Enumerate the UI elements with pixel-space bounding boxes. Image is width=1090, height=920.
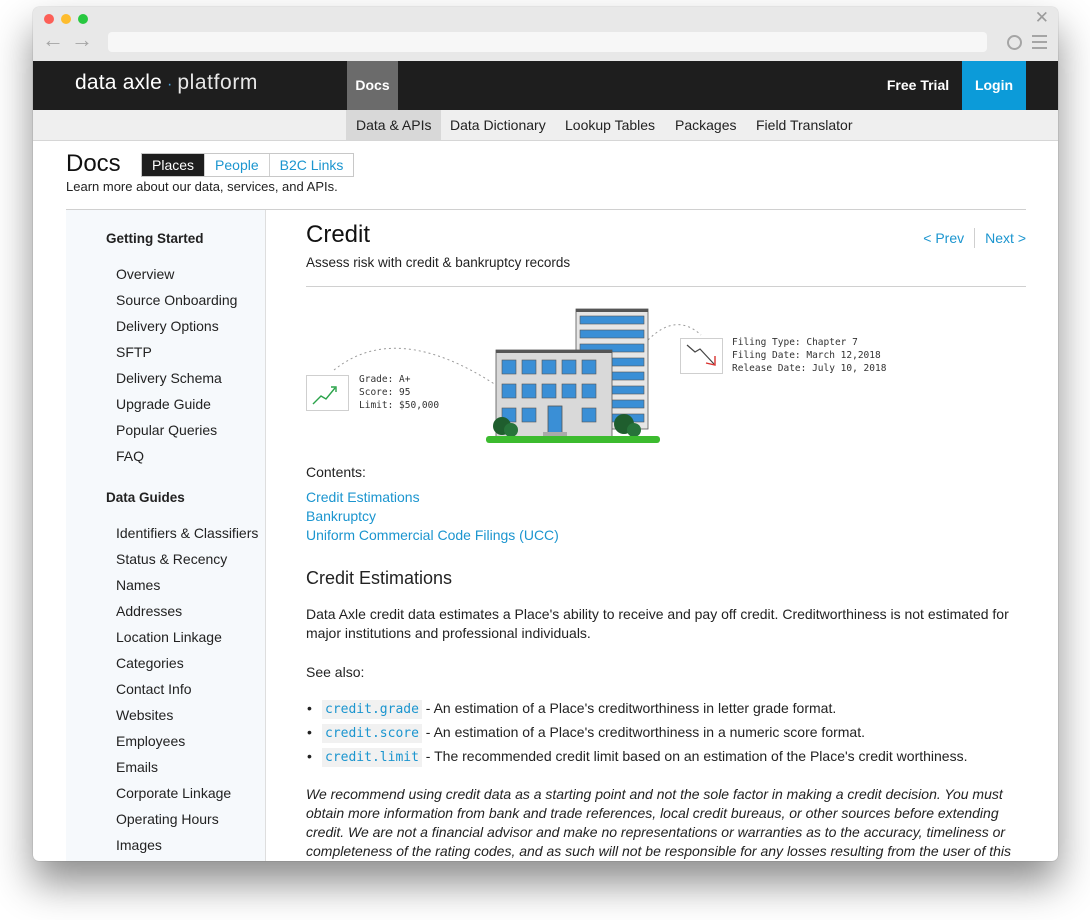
list-item: credit.grade - An estimation of a Place'…	[306, 696, 1026, 720]
tab-people[interactable]: People	[204, 154, 269, 176]
left-card-line: Grade: A+	[359, 374, 411, 385]
forward-arrow-icon[interactable]: →	[71, 29, 93, 51]
browser-chrome: ✕ ← →	[33, 7, 1058, 61]
field-description: - An estimation of a Place's creditworth…	[421, 700, 837, 716]
field-description: - An estimation of a Place's creditworth…	[421, 724, 865, 740]
sidebar-heading-getting-started: Getting Started	[106, 231, 204, 246]
sidebar-item-overview[interactable]: Overview	[116, 266, 174, 282]
list-item: credit.score - An estimation of a Place'…	[306, 720, 1026, 744]
bush	[504, 423, 518, 437]
brand-product: platform	[177, 71, 259, 94]
right-card-line: Filing Type: Chapter 7	[732, 337, 858, 348]
close-window-button[interactable]	[44, 14, 54, 24]
subnav-data-apis[interactable]: Data & APIs	[346, 110, 442, 140]
address-bar[interactable]	[108, 32, 987, 52]
field-list: credit.grade - An estimation of a Place'…	[306, 696, 1026, 768]
credit-illustration: Grade: A+ Score: 95 Limit: $50,000 Filin…	[306, 308, 887, 443]
field-code[interactable]: credit.grade	[322, 700, 422, 719]
login-button[interactable]: Login	[962, 61, 1026, 110]
brand-separator: ·	[167, 76, 173, 93]
article-title: Credit	[306, 221, 371, 248]
sidebar-item-identifiers-classifiers[interactable]: Identifiers & Classifiers	[116, 525, 258, 541]
left-card-line: Limit: $50,000	[359, 400, 439, 411]
sidebar-item-contact-info[interactable]: Contact Info	[116, 681, 192, 697]
field-code[interactable]: credit.score	[322, 724, 422, 743]
sidebar-item-categories[interactable]: Categories	[116, 655, 184, 671]
back-arrow-icon[interactable]: ←	[42, 29, 64, 51]
bush	[627, 423, 641, 437]
subnav-field-translator[interactable]: Field Translator	[746, 110, 862, 140]
contents-label: Contents:	[306, 464, 366, 480]
section-intro: Data Axle credit data estimates a Place'…	[306, 606, 1009, 641]
next-link[interactable]: Next >	[975, 228, 1026, 248]
toc-link-ucc[interactable]: Uniform Commercial Code Filings (UCC)	[306, 527, 559, 543]
article-subtitle: Assess risk with credit & bankruptcy rec…	[306, 255, 571, 270]
browser-window: ✕ ← → data axle · platform Docs Free Trial…	[33, 7, 1058, 861]
dataset-tabs: Places People B2C Links	[141, 153, 355, 177]
tab-b2c-links[interactable]: B2C Links	[268, 154, 354, 176]
brand-logo[interactable]: data axle · platform	[75, 71, 258, 95]
pager: < Prev Next >	[913, 228, 1026, 248]
prev-link[interactable]: < Prev	[913, 228, 976, 248]
sidebar-item-location-linkage[interactable]: Location Linkage	[116, 629, 222, 645]
section-heading: Credit Estimations	[306, 568, 453, 588]
disclaimer: We recommend using credit data as a star…	[306, 786, 1012, 859]
sidebar-heading-data-guides: Data Guides	[106, 490, 185, 505]
sidebar-item-popular-queries[interactable]: Popular Queries	[116, 422, 217, 438]
left-card-line: Score: 95	[359, 387, 410, 398]
toc-link-bankruptcy[interactable]: Bankruptcy	[306, 508, 376, 524]
sidebar-item-status-recency[interactable]: Status & Recency	[116, 551, 227, 567]
sidebar-item-source-onboarding[interactable]: Source Onboarding	[116, 292, 237, 308]
see-also-label: See also:	[306, 664, 365, 680]
subnav-lookup-tables[interactable]: Lookup Tables	[555, 110, 665, 140]
sidebar-item-emails[interactable]: Emails	[116, 759, 158, 775]
sidebar-item-delivery-options[interactable]: Delivery Options	[116, 318, 219, 334]
right-card-line: Release Date: July 10, 2018	[732, 363, 887, 374]
sidebar: Getting Started Overview Source Onboardi…	[66, 210, 266, 861]
sidebar-item-operating-hours[interactable]: Operating Hours	[116, 811, 219, 827]
top-navbar: data axle · platform Docs Free Trial Login	[33, 61, 1058, 110]
toc-link-credit-estimations[interactable]: Credit Estimations	[306, 489, 420, 505]
ground	[486, 436, 660, 443]
subnav-packages[interactable]: Packages	[665, 110, 746, 140]
sidebar-item-addresses[interactable]: Addresses	[116, 603, 182, 619]
maximize-window-button[interactable]	[78, 14, 88, 24]
sidebar-item-names[interactable]: Names	[116, 577, 160, 593]
nav-docs[interactable]: Docs	[347, 61, 398, 110]
close-icon[interactable]: ✕	[1035, 9, 1049, 26]
field-code[interactable]: credit.limit	[322, 748, 422, 767]
list-item: credit.limit - The recommended credit li…	[306, 744, 1026, 768]
sub-navbar: Data & APIs Data Dictionary Lookup Table…	[33, 110, 1058, 141]
free-trial-link[interactable]: Free Trial	[873, 61, 963, 110]
sidebar-item-faq[interactable]: FAQ	[116, 448, 144, 464]
divider	[306, 286, 1026, 287]
right-card-line: Filing Date: March 12,2018	[732, 350, 881, 361]
sidebar-item-websites[interactable]: Websites	[116, 707, 173, 723]
brand-name: data axle	[75, 71, 163, 94]
page-title: Docs	[66, 150, 121, 177]
subnav-data-dictionary[interactable]: Data Dictionary	[440, 110, 556, 140]
sidebar-item-employees[interactable]: Employees	[116, 733, 185, 749]
sidebar-item-upgrade-guide[interactable]: Upgrade Guide	[116, 396, 211, 412]
circle-icon[interactable]	[1007, 35, 1022, 50]
right-card	[680, 338, 723, 374]
minimize-window-button[interactable]	[61, 14, 71, 24]
arc-right	[647, 324, 702, 341]
field-description: - The recommended credit limit based on …	[421, 748, 968, 764]
sidebar-item-corporate-linkage[interactable]: Corporate Linkage	[116, 785, 231, 801]
hamburger-menu-icon[interactable]	[1032, 35, 1047, 49]
sidebar-item-images[interactable]: Images	[116, 837, 162, 853]
left-card	[306, 375, 349, 411]
page-subtitle: Learn more about our data, services, and…	[66, 179, 338, 194]
tab-places[interactable]: Places	[142, 154, 205, 176]
sidebar-item-sftp[interactable]: SFTP	[116, 344, 152, 360]
sidebar-item-delivery-schema[interactable]: Delivery Schema	[116, 370, 222, 386]
